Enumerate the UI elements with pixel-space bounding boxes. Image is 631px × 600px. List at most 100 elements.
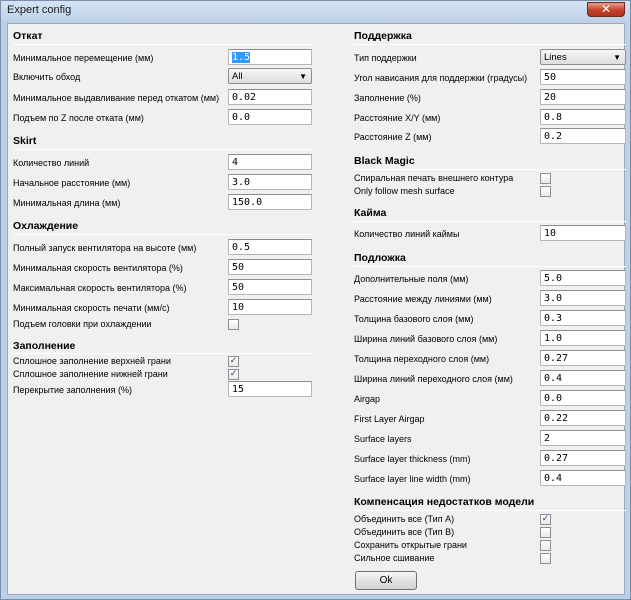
dialog-body: Откат Минимальное перемещение (мм) 1.5 В…	[7, 23, 626, 595]
fix-horrible-section-title: Компенсация недостатков модели	[354, 496, 535, 508]
combing-value: All	[232, 71, 243, 82]
combing-select[interactable]: All ▼	[228, 68, 312, 84]
min-travel-label: Минимальное перемещение (мм)	[13, 53, 154, 63]
min-travel-input[interactable]: 1.5	[228, 49, 312, 65]
min-extrusion-input[interactable]: 0.02	[228, 89, 312, 105]
black-magic-section-title: Black Magic	[354, 155, 415, 167]
fan-max-speed-input[interactable]: 50	[228, 279, 312, 295]
support-type-label: Тип поддержки	[354, 53, 417, 63]
retraction-section-title: Откат	[13, 30, 43, 42]
distance-z-label: Расстояние Z (мм)	[354, 132, 432, 142]
keep-open-faces-checkbox[interactable]	[540, 540, 551, 551]
union-type-a-label: Объединить все (Тип А)	[354, 514, 455, 524]
min-print-speed-input[interactable]: 10	[228, 299, 312, 315]
brim-line-count-input[interactable]: 10	[540, 225, 626, 241]
raft-interface-linewidth-label: Ширина линий переходного слоя (мм)	[354, 374, 513, 384]
solid-bottom-checkbox[interactable]: ✓	[228, 369, 239, 380]
keep-open-faces-label: Сохранить открытые грани	[354, 540, 467, 550]
raft-airgap-label: Airgap	[354, 394, 381, 404]
min-print-speed-label: Минимальная скорость печати (мм/с)	[13, 303, 170, 313]
window-title: Expert config	[7, 4, 72, 16]
distance-xy-label: Расстояние X/Y (мм)	[354, 113, 441, 123]
skirt-start-distance-input[interactable]: 3.0	[228, 174, 312, 190]
brim-divider	[354, 221, 626, 222]
combing-label: Включить обход	[13, 72, 81, 82]
min-extrusion-label: Минимальное выдавливание перед откатом (…	[13, 93, 220, 103]
distance-z-input[interactable]: 0.2	[540, 128, 626, 144]
solid-top-checkbox[interactable]: ✓	[228, 356, 239, 367]
raft-airgap-input[interactable]: 0.0	[540, 390, 626, 406]
skirt-line-count-input[interactable]: 4	[228, 154, 312, 170]
z-hop-label: Подъем по Z после отката (мм)	[13, 113, 144, 123]
expert-config-window: Expert config ✕ Откат Минимальное переме…	[0, 0, 631, 600]
union-type-b-checkbox[interactable]	[540, 527, 551, 538]
support-fill-input[interactable]: 20	[540, 89, 626, 105]
follow-mesh-surface-label: Only follow mesh surface	[354, 186, 455, 196]
skirt-divider	[13, 149, 312, 150]
skirt-min-length-label: Минимальная длина (мм)	[13, 198, 121, 208]
overhang-angle-input[interactable]: 50	[540, 69, 626, 85]
surface-layers-label: Surface layers	[354, 434, 412, 444]
ok-button[interactable]: Ok	[355, 571, 417, 590]
title-bar[interactable]: Expert config ✕	[1, 1, 630, 21]
black-magic-divider	[354, 169, 626, 170]
close-icon[interactable]: ✕	[587, 2, 625, 17]
solid-top-label: Сплошное заполнение верхней грани	[13, 356, 171, 366]
raft-interface-thickness-label: Толщина переходного слоя (мм)	[354, 354, 490, 364]
skirt-section-title: Skirt	[13, 135, 37, 147]
distance-xy-input[interactable]: 0.8	[540, 109, 626, 125]
spiralize-label: Спиральная печать внешнего контура	[354, 173, 514, 183]
fan-full-height-label: Полный запуск вентилятора на высоте (мм)	[13, 243, 197, 253]
brim-section-title: Кайма	[354, 207, 387, 219]
solid-bottom-label: Сплошное заполнение нижней грани	[13, 369, 168, 379]
brim-line-count-label: Количество линий каймы	[354, 229, 460, 239]
raft-base-linewidth-label: Ширина линий базового слоя (мм)	[354, 334, 498, 344]
extensive-stitching-checkbox[interactable]	[540, 553, 551, 564]
raft-interface-linewidth-input[interactable]: 0.4	[540, 370, 626, 386]
z-hop-input[interactable]: 0.0	[228, 109, 312, 125]
surface-layer-thickness-label: Surface layer thickness (mm)	[354, 454, 471, 464]
extensive-stitching-label: Сильное сшивание	[354, 553, 435, 563]
follow-mesh-surface-checkbox[interactable]	[540, 186, 551, 197]
cooling-divider	[13, 234, 312, 235]
support-type-value: Lines	[544, 52, 567, 63]
support-section-title: Поддержка	[354, 30, 412, 42]
fix-horrible-divider	[354, 510, 626, 511]
support-type-select[interactable]: Lines ▼	[540, 49, 626, 65]
infill-overlap-input[interactable]: 15	[228, 381, 312, 397]
raft-base-linewidth-input[interactable]: 1.0	[540, 330, 626, 346]
skirt-line-count-label: Количество линий	[13, 158, 90, 168]
skirt-start-distance-label: Начальное расстояние (мм)	[13, 178, 131, 188]
raft-margin-label: Дополнительные поля (мм)	[354, 274, 469, 284]
spiralize-checkbox[interactable]	[540, 173, 551, 184]
first-layer-airgap-input[interactable]: 0.22	[540, 410, 626, 426]
overhang-angle-label: Угол нависания для поддержки (градусы)	[354, 73, 528, 83]
infill-section-title: Заполнение	[13, 340, 76, 352]
surface-layer-linewidth-input[interactable]: 0.4	[540, 470, 626, 486]
retraction-divider	[13, 44, 312, 45]
first-layer-airgap-label: First Layer Airgap	[354, 414, 425, 424]
raft-line-spacing-input[interactable]: 3.0	[540, 290, 626, 306]
surface-layer-thickness-input[interactable]: 0.27	[540, 450, 626, 466]
raft-base-thickness-input[interactable]: 0.3	[540, 310, 626, 326]
union-type-a-checkbox[interactable]: ✓	[540, 514, 551, 525]
support-divider	[354, 44, 626, 45]
chevron-down-icon: ▼	[299, 72, 307, 81]
raft-divider	[354, 266, 626, 267]
raft-base-thickness-label: Толщина базового слоя (мм)	[354, 314, 474, 324]
surface-layers-input[interactable]: 2	[540, 430, 626, 446]
raft-interface-thickness-input[interactable]: 0.27	[540, 350, 626, 366]
support-fill-label: Заполнение (%)	[354, 93, 421, 103]
skirt-min-length-input[interactable]: 150.0	[228, 194, 312, 210]
chevron-down-icon: ▼	[613, 53, 621, 62]
min-travel-value: 1.5	[232, 52, 251, 63]
surface-layer-linewidth-label: Surface layer line width (mm)	[354, 474, 471, 484]
fan-min-speed-label: Минимальная скорость вентилятора (%)	[13, 263, 183, 273]
fan-full-height-input[interactable]: 0.5	[228, 239, 312, 255]
fan-max-speed-label: Максимальная скорость вентилятора (%)	[13, 283, 187, 293]
raft-margin-input[interactable]: 5.0	[540, 270, 626, 286]
union-type-b-label: Объединить все (Тип В)	[354, 527, 455, 537]
raft-section-title: Подложка	[354, 252, 406, 264]
fan-min-speed-input[interactable]: 50	[228, 259, 312, 275]
cool-head-lift-checkbox[interactable]	[228, 319, 239, 330]
